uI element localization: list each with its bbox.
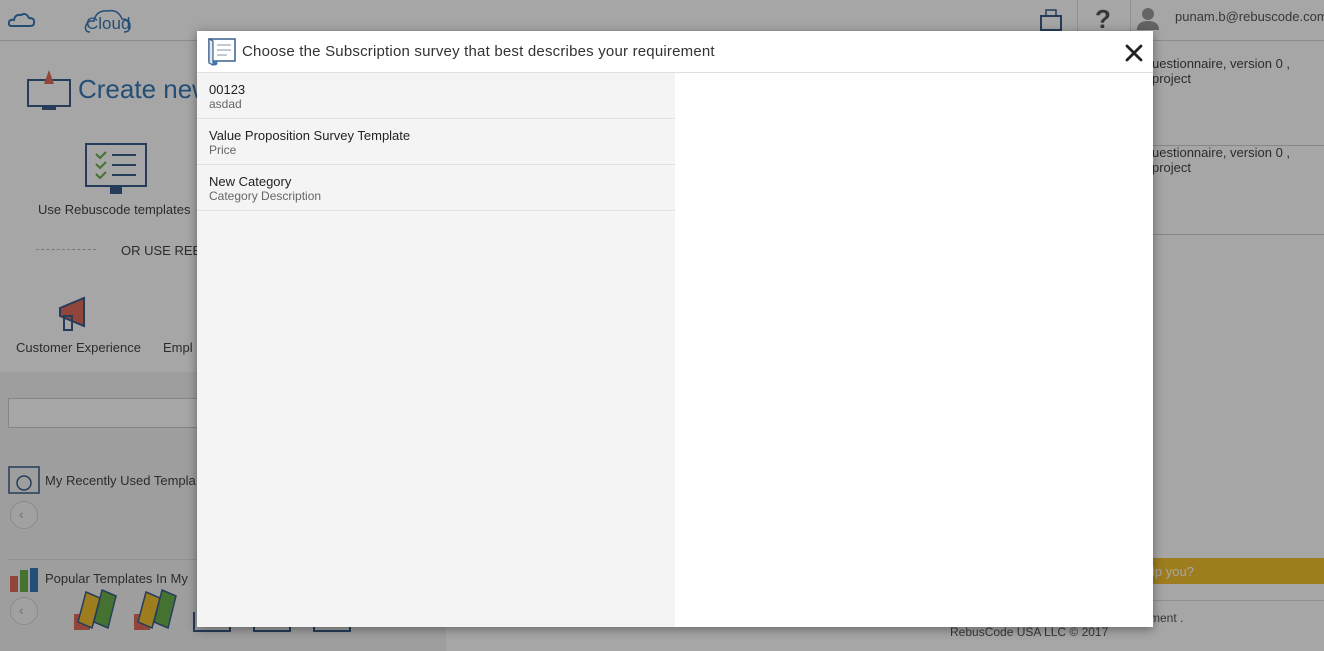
survey-item-title: Value Proposition Survey Template xyxy=(209,128,411,143)
survey-list-item[interactable]: Value Proposition Survey Template Price xyxy=(197,119,675,165)
survey-item-subtitle: Category Description xyxy=(209,189,322,203)
survey-detail-pane xyxy=(675,73,1153,627)
modal-title: Choose the Subscription survey that best… xyxy=(242,43,715,60)
close-icon[interactable] xyxy=(1122,41,1146,65)
survey-item-subtitle: asdad xyxy=(209,97,242,111)
survey-list-item[interactable]: 00123 asdad xyxy=(197,73,675,119)
survey-item-title: New Category xyxy=(209,174,292,189)
survey-list-item[interactable]: New Category Category Description xyxy=(197,165,675,211)
survey-list: 00123 asdad Value Proposition Survey Tem… xyxy=(197,73,675,627)
survey-book-icon xyxy=(208,38,236,66)
survey-item-title: 00123 xyxy=(209,82,246,97)
modal-header: Choose the Subscription survey that best… xyxy=(197,31,1153,73)
survey-item-subtitle: Price xyxy=(209,143,237,157)
subscription-survey-modal: Choose the Subscription survey that best… xyxy=(197,31,1153,627)
